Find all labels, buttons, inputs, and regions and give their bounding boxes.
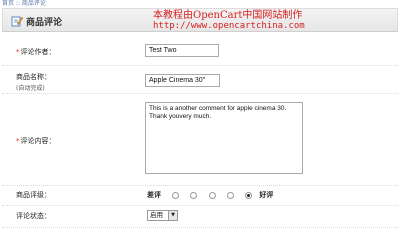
autocomplete-hint: (自动完成) [16, 85, 45, 92]
edit-note-icon [11, 16, 23, 27]
breadcrumb-current[interactable]: 商品评论 [22, 0, 46, 7]
author-label: *评论作者： [16, 48, 56, 56]
required-marker: * [16, 48, 20, 56]
rating-bad-label: 差评 [147, 191, 161, 199]
text-label: *评论内容： [16, 137, 56, 145]
breadcrumb: 首页 :: 商品评论 [2, 0, 46, 7]
status-label: 评论状态： [16, 212, 51, 220]
rating-radio-4[interactable] [226, 191, 234, 199]
rating-good-label: 好评 [259, 191, 274, 199]
rating-group: 差评 好评 [147, 190, 273, 200]
rating-radio-1[interactable] [172, 191, 180, 199]
product-label: 商品名称： (自动完成) [16, 73, 51, 92]
breadcrumb-home[interactable]: 首页 [2, 0, 14, 7]
page-title: 商品评论 [26, 18, 63, 28]
rating-radio-5[interactable] [245, 191, 253, 199]
watermark-line-2: http://www.opencartchina.com [153, 21, 305, 31]
product-row: 商品名称： (自动完成) Apple Cinema 30" [2, 66, 398, 94]
rating-label: 商品评级： [16, 191, 51, 199]
watermark-line-1: 本教程由OpenCart中国网站制作 [153, 10, 303, 21]
status-value: 启用 [150, 211, 163, 219]
text-row: *评论内容： This is a another comment for app… [2, 94, 398, 186]
watermark: 本教程由OpenCart中国网站制作 http://www.opencartch… [153, 10, 305, 32]
status-select[interactable]: 启用 ▼ [147, 210, 178, 221]
author-input[interactable]: Test Two [145, 44, 219, 57]
rating-row: 商品评级： 差评 好评 [2, 186, 398, 206]
review-textarea[interactable]: This is a another comment for apple cine… [145, 102, 303, 174]
author-row: *评论作者： Test Two [2, 36, 398, 66]
rating-radio-3[interactable] [208, 191, 216, 199]
product-input[interactable]: Apple Cinema 30" [145, 74, 220, 87]
chevron-down-icon: ▼ [168, 211, 177, 220]
status-row: 评论状态： 启用 ▼ [2, 206, 398, 228]
rating-radio-2[interactable] [190, 191, 198, 199]
required-marker: * [16, 137, 20, 145]
panel-header: 商品评论 本教程由OpenCart中国网站制作 http://www.openc… [2, 8, 398, 32]
